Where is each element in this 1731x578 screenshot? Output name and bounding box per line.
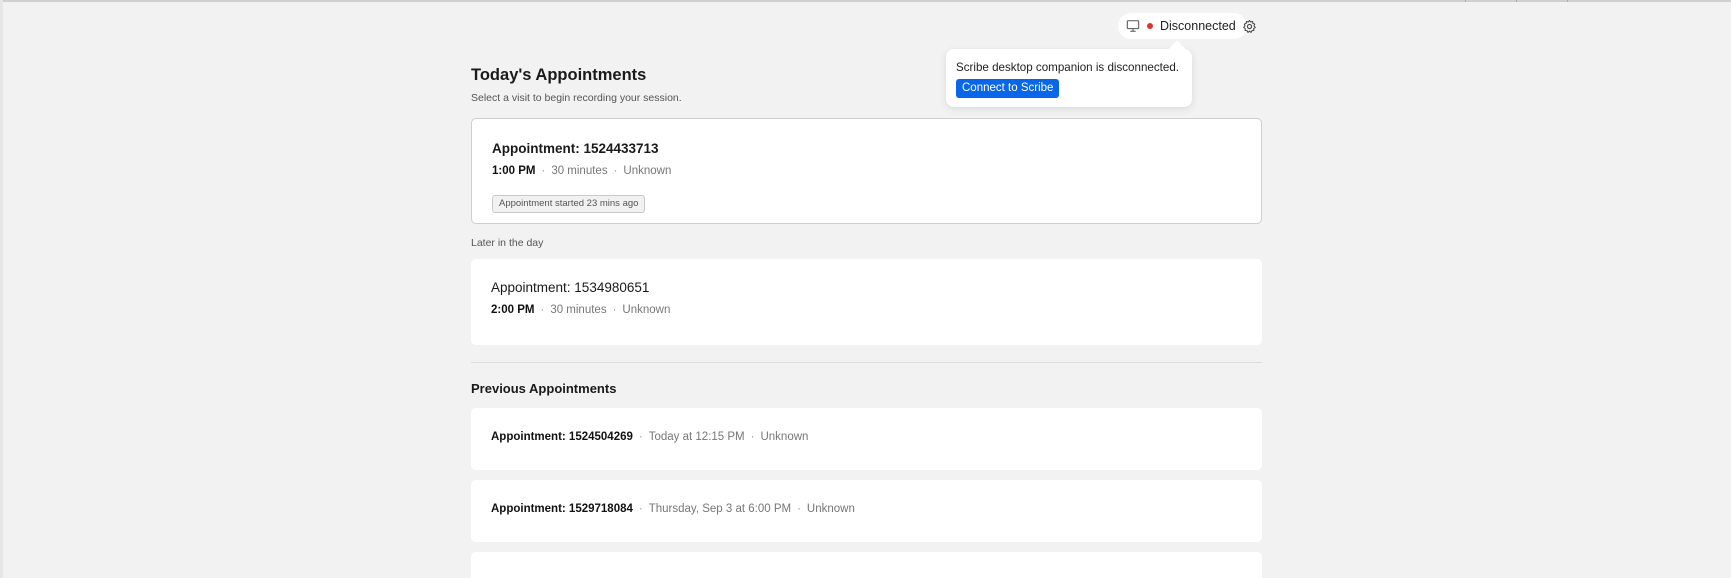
monitor-icon bbox=[1126, 20, 1140, 32]
section-divider bbox=[471, 362, 1262, 363]
appointment-time: 2:00 PM bbox=[491, 304, 535, 316]
status-dot bbox=[1147, 23, 1153, 29]
later-appointment-card[interactable]: Appointment: 1534980651 2:00 PM · 30 minut… bbox=[471, 259, 1262, 345]
previous-appointment-line: Appointment: 1524504269 · Today at 12:15 P… bbox=[491, 431, 809, 443]
connect-to-scribe-button[interactable]: Connect to Scribe bbox=[956, 79, 1060, 98]
appointment-when: Today at 12:15 PM bbox=[648, 431, 745, 443]
appointment-meta: 2:00 PM · 30 minutes · Unknown bbox=[491, 304, 671, 316]
left-border bbox=[0, 0, 3, 578]
gear-icon[interactable] bbox=[1242, 19, 1257, 34]
appointment-id: Appointment: 1529718084 bbox=[491, 503, 633, 515]
status-badge: Appointment started 23 mins ago bbox=[492, 195, 646, 213]
previous-section-title: Previous Appointments bbox=[471, 381, 617, 396]
appointment-title: Appointment: 1534980651 bbox=[491, 280, 650, 295]
previous-appointment-line: Appointment: 1529718084 · Thursday, Sep 3 … bbox=[491, 503, 855, 515]
page-title: Today's Appointments bbox=[471, 66, 647, 84]
appointment-time: 1:00 PM bbox=[492, 165, 536, 177]
status-label: Disconnected bbox=[1160, 19, 1236, 33]
previous-appointment-row-partial[interactable] bbox=[471, 552, 1262, 578]
appointment-type: Unknown bbox=[623, 165, 672, 177]
appointment-duration: 30 minutes bbox=[550, 304, 607, 316]
appointment-type: Unknown bbox=[760, 431, 809, 443]
appointment-when: Thursday, Sep 3 at 6:00 PM bbox=[648, 503, 792, 515]
page-subtitle: Select a visit to begin recording your s… bbox=[471, 92, 682, 104]
appointment-meta: 1:00 PM · 30 minutes · Unknown bbox=[492, 165, 672, 177]
appointment-type: Unknown bbox=[806, 503, 855, 515]
disconnected-popover: Scribe desktop companion is disconnected… bbox=[946, 49, 1192, 107]
previous-appointment-row[interactable]: Appointment: 1524504269 · Today at 12:15 P… bbox=[471, 408, 1262, 470]
appointment-title: Appointment: 1524433713 bbox=[492, 141, 659, 156]
appointment-id: Appointment: 1524504269 bbox=[491, 431, 633, 443]
top-border-tick bbox=[1516, 0, 1517, 2]
top-border-tick bbox=[1567, 0, 1568, 2]
previous-appointment-row[interactable]: Appointment: 1529718084 · Thursday, Sep 3 … bbox=[471, 480, 1262, 542]
popover-message: Scribe desktop companion is disconnected… bbox=[956, 61, 1179, 74]
connection-status[interactable]: Disconnected bbox=[1118, 13, 1247, 39]
top-border bbox=[0, 0, 1731, 2]
appointment-type: Unknown bbox=[622, 304, 671, 316]
top-border-tick bbox=[1465, 0, 1466, 2]
appointment-duration: 30 minutes bbox=[551, 165, 608, 177]
later-section-label: Later in the day bbox=[471, 237, 544, 249]
current-appointment-card[interactable]: Appointment: 1524433713 1:00 PM · 30 minut… bbox=[471, 118, 1262, 224]
